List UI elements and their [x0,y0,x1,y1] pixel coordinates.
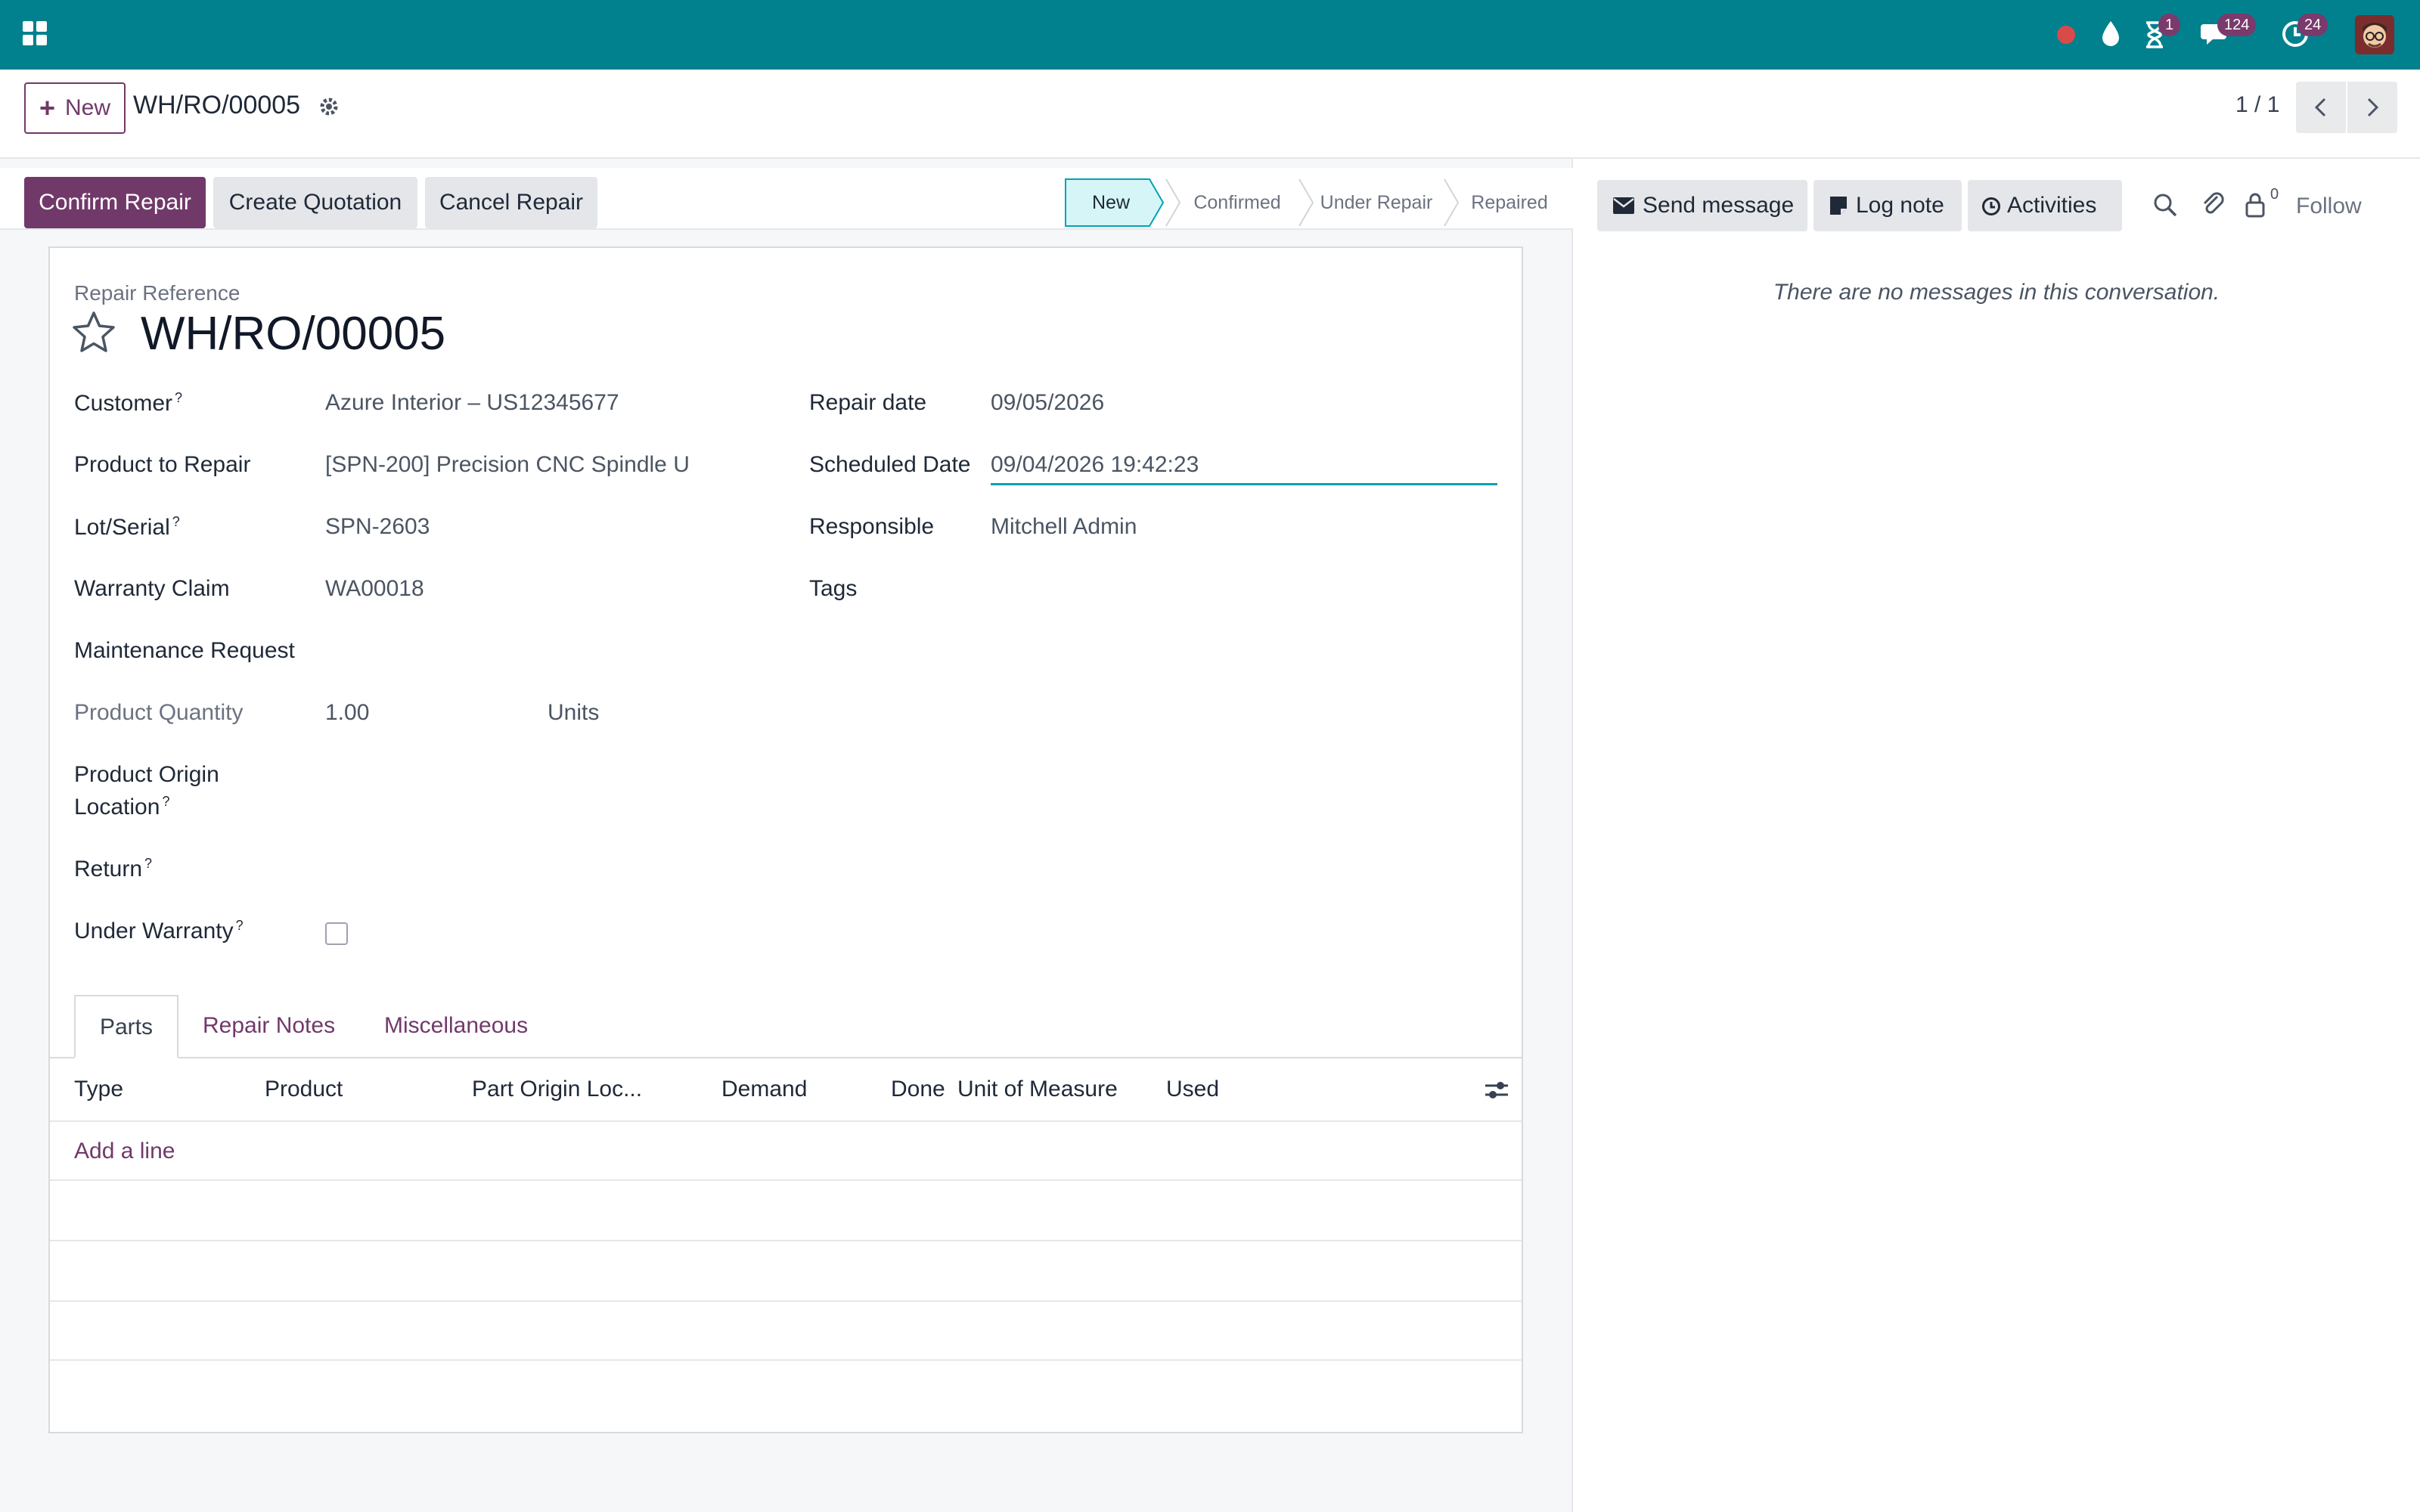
return-field[interactable] [325,856,734,886]
activities-button[interactable]: Activities [1968,180,2122,231]
pager-previous-button[interactable] [2296,82,2346,133]
table-row-divider [50,1359,1522,1361]
paperclip-icon[interactable] [2201,191,2226,218]
notebook-tabs: Parts Repair Notes Miscellaneous [50,995,1522,1058]
product-quantity-field[interactable]: 1.00 [325,700,507,726]
chevron-left-icon [2314,98,2326,117]
column-settings-icon[interactable] [1484,1078,1509,1102]
maintenance-request-field[interactable] [325,638,734,668]
product-origin-label-line1: Product Origin [74,762,219,787]
stage-repaired[interactable]: Repaired [1449,178,1570,227]
create-quotation-button[interactable]: Create Quotation [213,177,417,228]
column-used[interactable]: Used [1166,1077,1219,1102]
table-row [50,1302,1522,1359]
product-to-repair-field[interactable]: [SPN-200] Precision CNC Spindle U [325,452,734,478]
tab-repair-notes[interactable]: Repair Notes [203,995,335,1057]
form-view: Confirm Repair Create Quotation Cancel R… [0,159,1573,1512]
top-navbar: 1 124 24 [0,0,2420,70]
repair-date-field[interactable]: 09/05/2026 [991,390,1490,416]
envelope-icon [1613,197,1634,214]
search-icon[interactable] [2152,192,2178,218]
repair-reference-label: Repair Reference [74,281,240,305]
recording-dot-icon[interactable] [2055,24,2077,45]
log-note-button[interactable]: Log note [1813,180,1962,231]
clock-icon [1982,197,2000,215]
column-part-origin-location[interactable]: Part Origin Loc... [472,1077,642,1102]
stage-new[interactable]: New [1065,178,1157,227]
note-icon [1830,197,1847,215]
timer-badge: 24 [2297,14,2328,36]
gear-icon[interactable] [318,95,340,118]
product-to-repair-label: Product to Repair [74,452,251,477]
product-origin-location-field[interactable] [325,762,734,792]
pager-next-button[interactable] [2347,82,2397,133]
send-message-label: Send message [1643,193,1795,218]
tab-miscellaneous[interactable]: Miscellaneous [384,995,528,1057]
send-message-button[interactable]: Send message [1597,180,1807,231]
column-done[interactable]: Done [891,1077,945,1102]
repair-date-label: Repair date [809,390,927,415]
under-warranty-label: Under Warranty? [74,918,244,943]
star-icon[interactable] [71,310,116,354]
chevron-right-icon [2367,98,2379,117]
scheduled-date-label: Scheduled Date [809,452,971,477]
chatter-panel: Send message Log note Activities 0 Follo… [1573,159,2420,1512]
column-product[interactable]: Product [265,1077,343,1102]
cancel-repair-button[interactable]: Cancel Repair [425,177,597,228]
product-origin-label-line2: Location? [74,794,170,820]
status-stages: New Confirmed Under Repair Repaired [1065,178,1571,227]
new-button-label: New [65,95,111,120]
table-row [50,1241,1522,1300]
column-demand[interactable]: Demand [721,1077,807,1102]
table-row [50,1181,1522,1240]
followers-count: 0 [2270,186,2279,203]
form-sheet: Repair Reference WH/RO/00005 Customer? A… [48,246,1523,1433]
responsible-label: Responsible [809,514,935,539]
parts-table: Type Product Part Origin Loc... Demand D… [50,1058,1522,1432]
tags-field[interactable] [991,576,1490,606]
stage-confirmed[interactable]: Confirmed [1171,178,1304,227]
user-avatar-icon[interactable] [2355,15,2394,54]
new-button[interactable]: + New [24,82,126,134]
return-label: Return? [74,856,153,881]
confirm-repair-button[interactable]: Confirm Repair [24,177,206,228]
lot-serial-field[interactable]: SPN-2603 [325,514,734,540]
activities-label: Activities [2007,193,2097,218]
activity-badge: 1 [2158,14,2181,36]
empty-conversation-text: There are no messages in this conversati… [1773,280,2220,305]
follow-button[interactable]: Follow [2296,194,2362,219]
scheduled-date-field[interactable]: 09/04/2026 19:42:23 [991,452,1497,485]
control-panel: + New WH/RO/00005 1 / 1 [0,70,2420,159]
customer-field[interactable]: Azure Interior – US12345677 [325,390,779,416]
tab-parts[interactable]: Parts [74,995,178,1058]
lot-serial-label: Lot/Serial? [74,514,180,540]
column-type[interactable]: Type [74,1077,123,1102]
status-bar: Confirm Repair Create Quotation Cancel R… [0,168,1573,230]
log-note-label: Log note [1856,193,1944,218]
customer-label: Customer? [74,390,183,416]
plus-icon: + [39,92,56,123]
pager-value[interactable]: 1 / 1 [2235,92,2279,118]
product-quantity-label: Product Quantity [74,700,244,725]
tags-label: Tags [809,576,858,601]
warranty-claim-field[interactable]: WA00018 [325,576,734,602]
add-line-link[interactable]: Add a line [74,1139,175,1164]
droplet-icon[interactable] [2099,20,2122,48]
product-quantity-uom[interactable]: Units [548,700,699,726]
grid-icon[interactable] [21,20,48,47]
responsible-field[interactable]: Mitchell Admin [991,514,1490,540]
repair-reference-title[interactable]: WH/RO/00005 [141,307,445,361]
column-unit-of-measure[interactable]: Unit of Measure [957,1077,1118,1102]
maintenance-request-label: Maintenance Request [74,638,295,663]
breadcrumb-record-title: WH/RO/00005 [133,91,301,119]
warranty-claim-label: Warranty Claim [74,576,230,601]
lock-icon[interactable] [2245,192,2266,218]
messages-badge: 124 [2217,14,2257,36]
under-warranty-checkbox[interactable] [325,922,348,945]
add-line-row: Add a line [50,1122,1522,1179]
stage-under-repair[interactable]: Under Repair [1304,178,1449,227]
